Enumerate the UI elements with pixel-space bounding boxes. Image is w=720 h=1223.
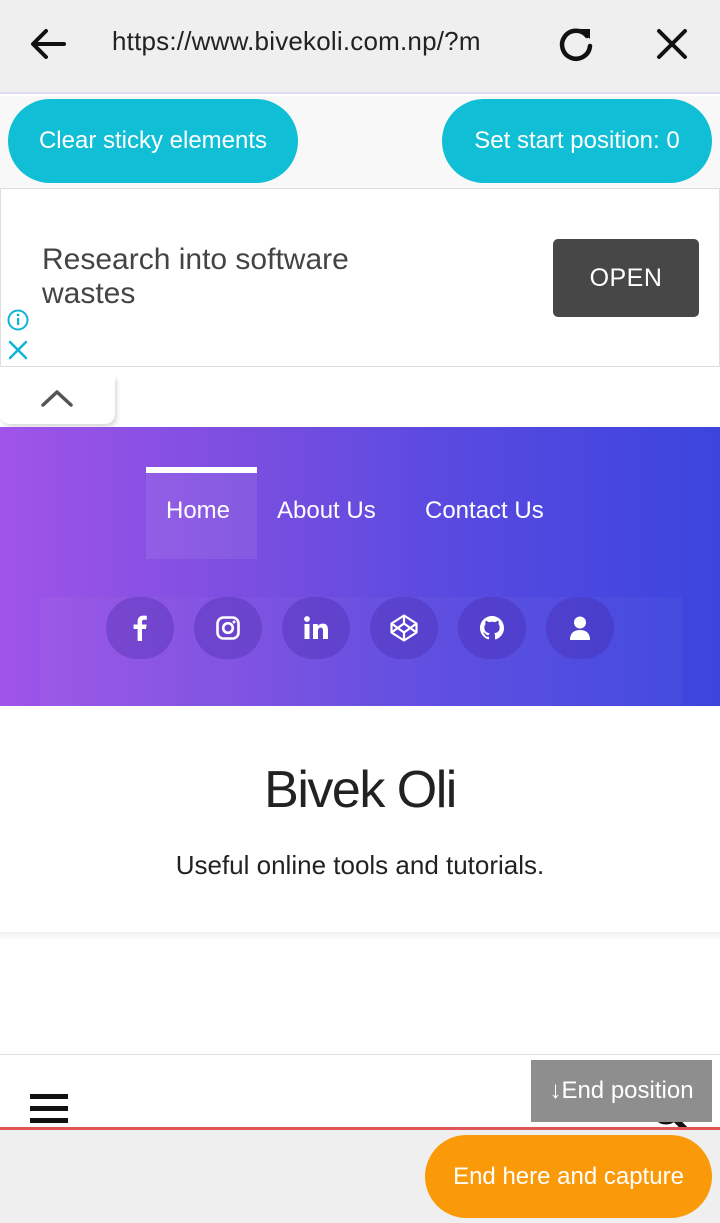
nav-item-home[interactable]: Home [166,497,230,525]
ad-text: Research into software wastes [42,243,349,310]
capture-toolbar: Clear sticky elements Set start position… [0,96,720,188]
chevron-up-icon [41,390,73,407]
set-start-position-button[interactable]: Set start position: 0 [442,99,712,183]
ad-banner[interactable]: Research into software wastes OPEN [0,188,720,367]
hamburger-icon[interactable] [30,1094,68,1126]
site-title[interactable]: Bivek Oli [0,760,720,820]
github-icon[interactable] [458,597,526,659]
clear-sticky-elements-button[interactable]: Clear sticky elements [8,99,298,183]
reload-icon[interactable] [554,22,598,66]
nav-active-indicator [146,467,257,473]
ad-open-button[interactable]: OPEN [553,239,699,317]
nav-item-about-us[interactable]: About Us [277,497,376,525]
page: https://www.bivekoli.com.np/?m Clear sti… [0,0,720,1223]
end-here-and-capture-button[interactable]: End here and capture [425,1135,712,1218]
facebook-icon[interactable] [106,597,174,659]
instagram-icon[interactable] [194,597,262,659]
site-header: Home About Us Contact Us [0,427,720,706]
collapse-ad-button[interactable] [0,376,115,424]
divider [0,1054,720,1055]
url-field[interactable]: https://www.bivekoli.com.np/?m [112,26,530,62]
codepen-icon[interactable] [370,597,438,659]
header-shadow [0,932,720,940]
browser-toolbar: https://www.bivekoli.com.np/?m [0,0,720,94]
user-icon[interactable] [546,597,614,659]
end-position-marker[interactable]: ↓End position [531,1060,712,1122]
arrow-left-icon[interactable] [26,22,70,66]
close-icon[interactable] [650,22,694,66]
site-tagline: Useful online tools and tutorials. [175,850,545,880]
linkedin-icon[interactable] [282,597,350,659]
nav-item-contact-us[interactable]: Contact Us [425,497,544,525]
info-icon[interactable] [7,309,29,331]
close-icon[interactable] [7,339,29,361]
